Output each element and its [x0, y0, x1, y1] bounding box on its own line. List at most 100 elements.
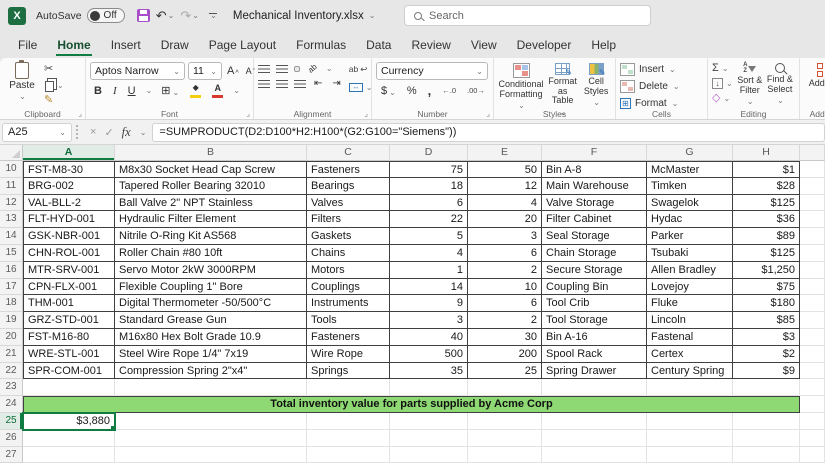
- column-header-I[interactable]: [800, 145, 825, 161]
- chevron-down-icon[interactable]: ⌄: [233, 86, 240, 95]
- align-left-icon[interactable]: [258, 79, 270, 88]
- cell-I17[interactable]: [800, 278, 825, 296]
- cell-I18[interactable]: [800, 295, 825, 313]
- cell-H17[interactable]: $75: [733, 278, 800, 296]
- cell-I24[interactable]: [800, 396, 825, 413]
- cell-B16[interactable]: Servo Motor 2kW 3000RPM: [115, 261, 307, 279]
- cell-H21[interactable]: $2: [733, 345, 800, 363]
- cell-F27[interactable]: [542, 446, 647, 464]
- cell-C20[interactable]: Fasteners: [307, 328, 390, 346]
- cell-G19[interactable]: Lincoln: [647, 312, 733, 329]
- row-header-25[interactable]: 25: [0, 412, 23, 430]
- cell-H14[interactable]: $89: [733, 228, 800, 245]
- cell-E21[interactable]: 200: [468, 345, 542, 363]
- formula-bar-handle[interactable]: [76, 125, 80, 139]
- cell-G18[interactable]: Fluke: [647, 295, 733, 313]
- row-header-24[interactable]: 24: [0, 396, 23, 413]
- cell-styles-button[interactable]: ✎ Cell Styles ⌄: [581, 62, 611, 109]
- tab-home[interactable]: Home: [47, 31, 100, 58]
- top-align-icon[interactable]: [258, 64, 270, 73]
- cell-H19[interactable]: $85: [733, 312, 800, 329]
- cell-C25[interactable]: [307, 412, 390, 430]
- cell-D17[interactable]: 14: [390, 278, 468, 296]
- percent-style-button[interactable]: %: [405, 85, 419, 97]
- cell-F11[interactable]: Main Warehouse: [542, 177, 647, 195]
- sort-filter-button[interactable]: AZ Sort & Filter ⌄: [735, 62, 765, 108]
- cell-A13[interactable]: FLT-HYD-001: [23, 211, 115, 229]
- cell-C27[interactable]: [307, 446, 390, 464]
- cell-C15[interactable]: Chains: [307, 244, 390, 262]
- merged-banner-cell[interactable]: Total inventory value for parts supplied…: [23, 396, 800, 413]
- cell-E13[interactable]: 20: [468, 211, 542, 229]
- cell-C14[interactable]: Gaskets: [307, 228, 390, 245]
- bold-button[interactable]: B: [92, 85, 104, 97]
- cell-E26[interactable]: [468, 429, 542, 447]
- cell-B11[interactable]: Tapered Roller Bearing 32010: [115, 177, 307, 195]
- cell-A18[interactable]: THM-001: [23, 295, 115, 313]
- cell-I14[interactable]: [800, 228, 825, 245]
- row-header-15[interactable]: 15: [0, 244, 23, 262]
- cell-D11[interactable]: 18: [390, 177, 468, 195]
- cut-button[interactable]: ✂: [44, 64, 64, 75]
- cell-E20[interactable]: 30: [468, 328, 542, 346]
- formula-input[interactable]: =SUMPRODUCT(D2:D100*H2:H100*(G2:G100="Si…: [152, 122, 825, 142]
- column-header-A[interactable]: A: [23, 145, 115, 161]
- cell-C10[interactable]: Fasteners: [307, 161, 390, 178]
- save-button[interactable]: [135, 8, 152, 23]
- cell-H27[interactable]: [733, 446, 800, 464]
- decrease-decimal-button[interactable]: .00→: [465, 86, 487, 95]
- align-center-icon[interactable]: [276, 79, 288, 88]
- cell-G23[interactable]: [647, 379, 733, 397]
- row-header-23[interactable]: 23: [0, 379, 23, 397]
- cell-A26[interactable]: [23, 429, 115, 447]
- cell-I20[interactable]: [800, 328, 825, 346]
- cell-F20[interactable]: Bin A-16: [542, 328, 647, 346]
- tab-formulas[interactable]: Formulas: [286, 31, 356, 58]
- column-header-G[interactable]: G: [647, 145, 733, 161]
- cell-E17[interactable]: 10: [468, 278, 542, 296]
- conditional-formatting-button[interactable]: Conditional Formatting ⌄: [498, 62, 544, 112]
- wrap-text-button[interactable]: ab ↩: [349, 64, 373, 75]
- cell-B25[interactable]: [115, 412, 307, 430]
- cell-A11[interactable]: BRG-002: [23, 177, 115, 195]
- row-header-14[interactable]: 14: [0, 228, 23, 245]
- cell-F23[interactable]: [542, 379, 647, 397]
- cell-I25[interactable]: [800, 412, 825, 430]
- cell-H12[interactable]: $125: [733, 194, 800, 212]
- cell-B20[interactable]: M16x80 Hex Bolt Grade 10.9: [115, 328, 307, 346]
- decrease-indent-button[interactable]: ⇤: [312, 78, 324, 89]
- cell-E15[interactable]: 6: [468, 244, 542, 262]
- dialog-launcher-icon[interactable]: ⌟: [78, 109, 82, 118]
- autosave-switch[interactable]: Off: [86, 8, 125, 23]
- enter-icon[interactable]: ✓: [104, 126, 113, 139]
- cell-F26[interactable]: [542, 429, 647, 447]
- chevron-down-icon[interactable]: ⌄: [326, 64, 333, 73]
- cell-G14[interactable]: Parker: [647, 228, 733, 245]
- cell-G12[interactable]: Swagelok: [647, 194, 733, 212]
- tab-data[interactable]: Data: [356, 31, 401, 58]
- cell-D10[interactable]: 75: [390, 161, 468, 178]
- column-header-F[interactable]: F: [542, 145, 647, 161]
- cell-I15[interactable]: [800, 244, 825, 262]
- cell-A21[interactable]: WRE-STL-001: [23, 345, 115, 363]
- increase-indent-button[interactable]: ⇥: [330, 78, 342, 89]
- search-box[interactable]: Search: [404, 5, 651, 26]
- cell-F17[interactable]: Coupling Bin: [542, 278, 647, 296]
- cell-D26[interactable]: [390, 429, 468, 447]
- row-header-11[interactable]: 11: [0, 177, 23, 195]
- cell-H18[interactable]: $180: [733, 295, 800, 313]
- cell-D21[interactable]: 500: [390, 345, 468, 363]
- tab-draw[interactable]: Draw: [151, 31, 199, 58]
- font-size-select[interactable]: 11 ⌄: [188, 62, 222, 80]
- tab-developer[interactable]: Developer: [507, 31, 582, 58]
- tab-view[interactable]: View: [461, 31, 507, 58]
- cell-E16[interactable]: 2: [468, 261, 542, 279]
- cell-H16[interactable]: $1,250: [733, 261, 800, 279]
- cell-C22[interactable]: Springs: [307, 362, 390, 380]
- underline-button[interactable]: U: [126, 85, 138, 97]
- cell-A16[interactable]: MTR-SRV-001: [23, 261, 115, 279]
- cell-C18[interactable]: Instruments: [307, 295, 390, 313]
- cell-B19[interactable]: Standard Grease Gun: [115, 312, 307, 329]
- cell-B18[interactable]: Digital Thermometer -50/500°C: [115, 295, 307, 313]
- cell-H15[interactable]: $125: [733, 244, 800, 262]
